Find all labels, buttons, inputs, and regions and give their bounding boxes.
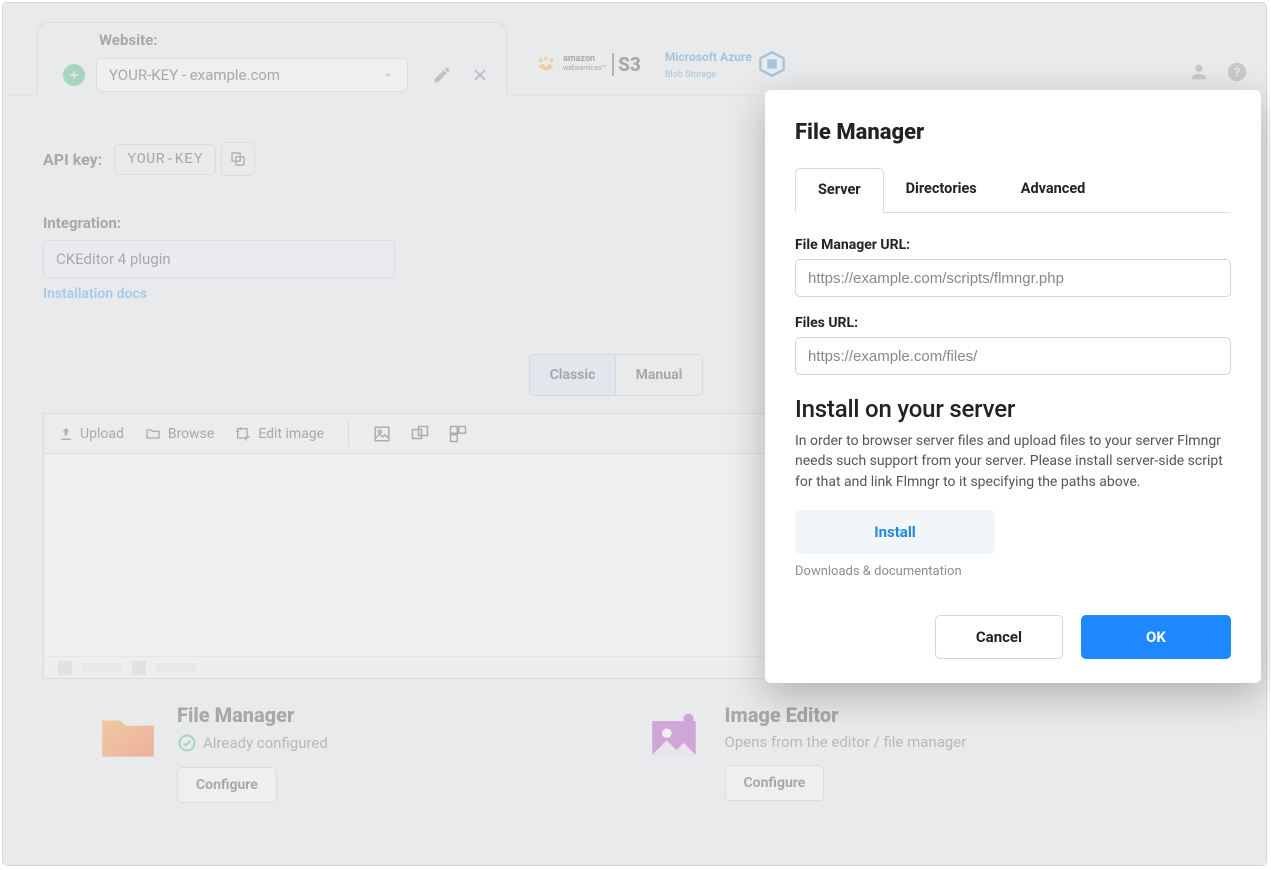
image-button[interactable]: [373, 425, 391, 443]
account-button[interactable]: [1188, 61, 1210, 83]
copy-api-key-button[interactable]: [221, 142, 255, 176]
ie-card-title: Image Editor: [725, 703, 967, 727]
close-icon: [471, 66, 489, 84]
gallery-icon: [411, 425, 429, 443]
aws-s3-logo: amazonwebservices™ S3: [533, 53, 641, 76]
website-select[interactable]: YOUR-KEY - example.com: [96, 58, 408, 92]
fm-url-label: File Manager URL:: [795, 237, 1231, 253]
folder-illustration: [97, 709, 159, 763]
website-label: Website:: [99, 31, 158, 49]
header-bar: Website: YOUR-KEY - example.com amazonwe…: [3, 3, 1266, 96]
image-editor-card: Image Editor Opens from the editor / fil…: [635, 703, 1227, 803]
mode-classic[interactable]: Classic: [530, 355, 616, 395]
help-icon: ?: [1226, 61, 1248, 83]
fm-url-input[interactable]: [795, 259, 1231, 297]
tab-server[interactable]: Server: [795, 168, 884, 213]
crop-icon: [234, 426, 252, 442]
ie-card-status: Opens from the editor / file manager: [725, 733, 967, 751]
api-key-value: YOUR-KEY: [114, 144, 216, 175]
api-key-label: API key:: [43, 150, 102, 169]
modal-tabs: Server Directories Advanced: [795, 167, 1231, 213]
integration-select[interactable]: CKEditor 4 plugin: [43, 240, 395, 278]
pencil-icon: [432, 65, 452, 85]
person-icon: [1188, 61, 1210, 83]
upload-label: Upload: [80, 426, 124, 442]
downloads-docs-link[interactable]: Downloads & documentation: [795, 564, 1231, 579]
check-circle-icon: [177, 733, 197, 753]
mode-toggle: Classic Manual: [529, 354, 703, 396]
cloud-logos: amazonwebservices™ S3 Microsoft AzureBlo…: [533, 48, 786, 80]
svg-text:?: ?: [1234, 66, 1240, 81]
install-button[interactable]: Install: [795, 510, 995, 554]
edit-website-button[interactable]: [427, 60, 457, 90]
file-manager-modal: File Manager Server Directories Advanced…: [765, 90, 1261, 683]
ie-configure-button[interactable]: Configure: [725, 765, 825, 801]
toolbar-separator: [348, 420, 349, 447]
install-heading: Install on your server: [795, 395, 1231, 423]
gallery-button[interactable]: [411, 425, 429, 443]
browse-label: Browse: [168, 426, 214, 442]
install-paragraph: In order to browser server files and upl…: [795, 431, 1231, 492]
modal-title: File Manager: [795, 120, 1231, 145]
images-icon: [449, 425, 467, 443]
image-editor-illustration: [645, 709, 707, 763]
cancel-button[interactable]: Cancel: [935, 615, 1063, 659]
edit-image-label: Edit image: [258, 426, 324, 442]
add-website-button[interactable]: [63, 64, 85, 86]
copy-icon: [229, 150, 247, 168]
fm-card-status: Already configured: [203, 734, 328, 752]
fm-card-title: File Manager: [177, 703, 328, 727]
files-url-input[interactable]: [795, 337, 1231, 375]
website-select-value: YOUR-KEY - example.com: [109, 66, 280, 84]
chevron-down-icon: [381, 68, 395, 82]
mode-manual[interactable]: Manual: [616, 355, 702, 395]
edit-image-button[interactable]: Edit image: [234, 426, 324, 442]
close-tab-button[interactable]: [465, 60, 495, 90]
help-button[interactable]: ?: [1226, 61, 1248, 83]
files-url-label: Files URL:: [795, 315, 1231, 331]
fm-configure-button[interactable]: Configure: [177, 767, 277, 803]
upload-button[interactable]: Upload: [58, 426, 124, 442]
tab-directories[interactable]: Directories: [884, 168, 999, 213]
integration-value: CKEditor 4 plugin: [56, 250, 171, 268]
images-button[interactable]: [449, 425, 467, 443]
folder-icon: [144, 426, 162, 442]
ok-button[interactable]: OK: [1081, 615, 1231, 659]
azure-blob-logo: Microsoft AzureBlob Storage: [665, 48, 786, 80]
browse-button[interactable]: Browse: [144, 426, 214, 442]
file-manager-card: File Manager Already configured Configur…: [43, 703, 635, 803]
upload-icon: [58, 426, 74, 442]
tab-advanced[interactable]: Advanced: [999, 168, 1108, 213]
image-icon: [373, 425, 391, 443]
